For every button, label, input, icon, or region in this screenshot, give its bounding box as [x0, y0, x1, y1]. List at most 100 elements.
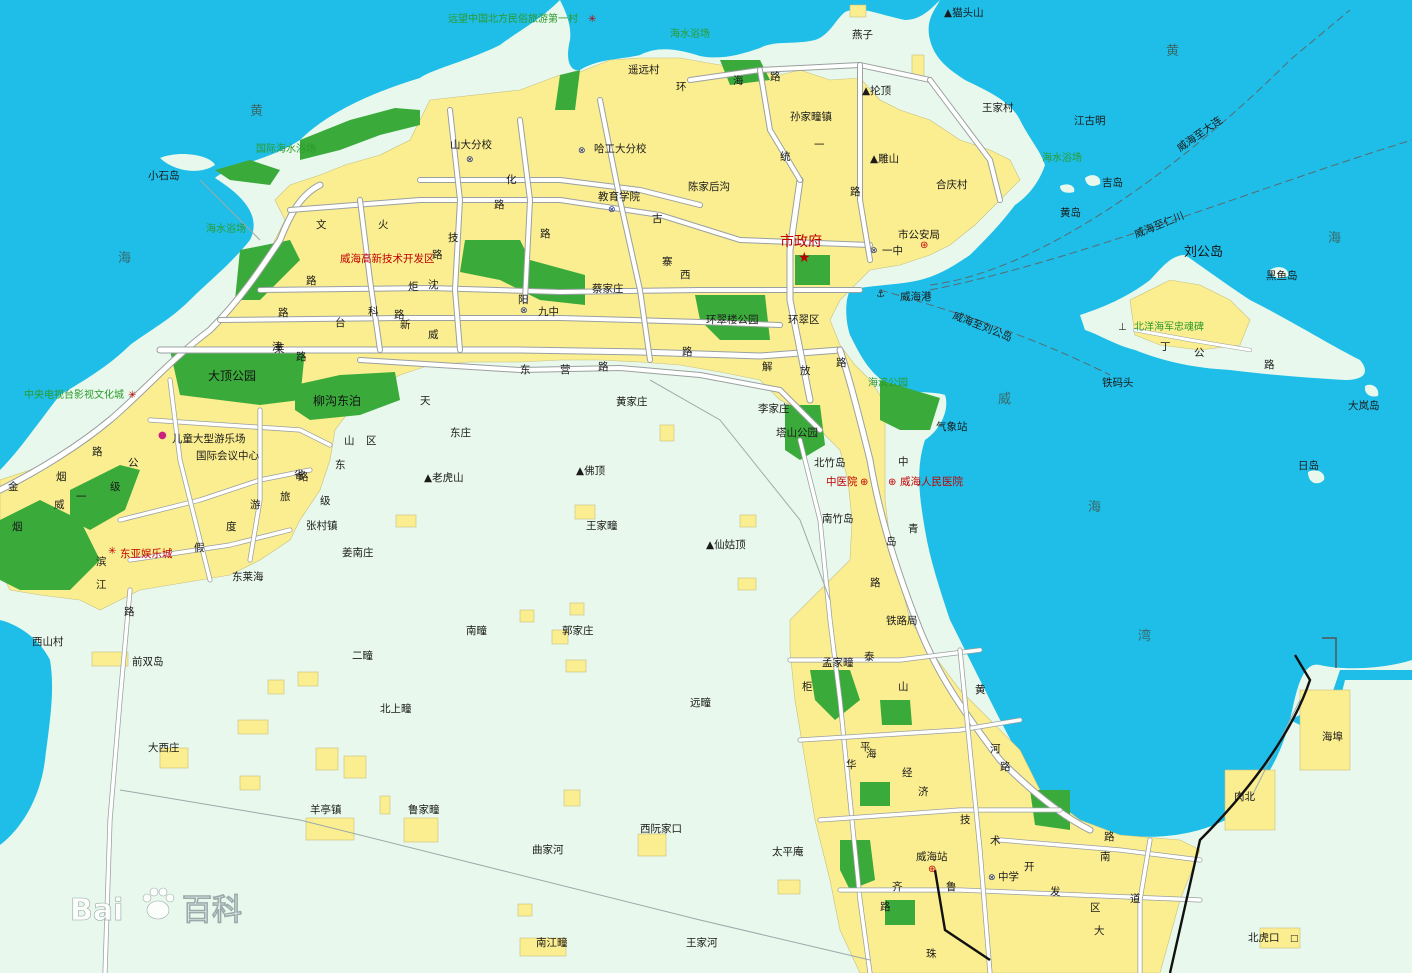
road-char-c78: 鲁: [946, 880, 957, 893]
road-char-c66: 海: [866, 747, 877, 760]
label-liugong-bei[interactable]: 北洋海军忠魂碑: [1134, 320, 1204, 333]
road-char-c86: 南: [1100, 850, 1111, 863]
road-char-c15: 威: [428, 328, 439, 341]
road-char-c48: 烟: [56, 470, 67, 483]
label-yingshi[interactable]: 中央电视台影视文化城: [24, 388, 124, 401]
poi-hagong[interactable]: 哈工大分校: [594, 142, 647, 155]
school-icon: ⊗: [988, 873, 996, 883]
water-label-hai-w: 海: [118, 251, 131, 266]
label-top-attraction[interactable]: 远望中国北方民俗旅游第一村: [448, 12, 578, 25]
road-char-c46: 区: [366, 435, 377, 447]
place-xiaoshi: 小石岛: [148, 169, 180, 182]
place-huangdao: 黄岛: [1060, 206, 1081, 219]
village: [569, 602, 585, 616]
poi-yizhong[interactable]: 一中: [882, 244, 903, 257]
paw-icon: [142, 887, 175, 920]
road-char-c41: 级: [320, 495, 331, 507]
poi-zhongxue[interactable]: 中学: [998, 870, 1019, 883]
district-gaoxin[interactable]: 威海高新技术开发区: [340, 252, 435, 265]
poi-renmin[interactable]: 威海人民医院: [900, 475, 963, 488]
poi-beihukou[interactable]: 北虎口: [1248, 932, 1280, 944]
city-government[interactable]: 市政府: [780, 233, 822, 250]
city-map[interactable]: 黄 海 黄 海 威 海 湾 威海高新技术开发区 环翠区 市政府 ★ 刘公岛 大顶…: [0, 0, 1412, 973]
road-char-c4: 环: [676, 81, 687, 93]
poi-qixiang[interactable]: 气象站: [936, 420, 968, 433]
monument-icon: ⊥: [1118, 322, 1127, 333]
road-char-c85: 路: [1264, 358, 1275, 371]
road-char-c76: 柜: [802, 680, 813, 693]
road-char-c60: 山: [898, 681, 909, 693]
place-heqing: 合庆村: [936, 178, 968, 191]
place-donglai: 东莱海: [232, 570, 264, 583]
place-qianshuang: 前双岛: [132, 655, 164, 668]
label-guoji-haishui[interactable]: 国际海水浴场: [256, 142, 316, 155]
place-wangjiahe: 王家河: [686, 936, 718, 949]
water-label-hai-bay: 海: [1088, 500, 1101, 515]
road-char-c64: 华: [846, 758, 857, 771]
village: [849, 4, 867, 18]
village: [737, 577, 757, 591]
park-label-huancuilou[interactable]: 环翠楼公园: [706, 313, 759, 326]
poi-haibu[interactable]: 海埠: [1322, 730, 1344, 743]
place-tielu: 铁路局: [886, 614, 918, 627]
place-jianggu: 江古明: [1074, 114, 1106, 127]
poi-jiuzhong[interactable]: 九中: [538, 305, 559, 318]
road-char-c61: 黄: [975, 683, 986, 696]
poi-ertong[interactable]: 儿童大型游乐场: [172, 432, 246, 445]
watermark-text: Bai: [70, 893, 123, 928]
road-char-c19: 路: [306, 274, 317, 287]
village: [517, 903, 533, 917]
water-label-huang-nw: 黄: [250, 104, 263, 119]
village: [297, 671, 319, 687]
police-icon: ⊛: [920, 240, 928, 251]
village: [563, 789, 581, 807]
poi-roubei[interactable]: 肉北: [1234, 790, 1256, 803]
label-haishui-w[interactable]: 海水浴场: [206, 222, 246, 235]
road-char-c53: 路: [92, 445, 103, 458]
poi-shanda[interactable]: 山大分校: [450, 138, 492, 151]
place-nanzhudao: 南竹岛: [822, 512, 854, 525]
peak-diaoshan: ▲雕山: [870, 152, 899, 165]
poi-weihaigang[interactable]: 威海港: [900, 290, 932, 303]
place-dalan: 大岚岛: [1348, 399, 1380, 412]
road-char-c8: 一: [814, 139, 825, 151]
road-char-c44: 度: [226, 520, 237, 533]
baidu-watermark: Bai 百科: [70, 887, 242, 928]
road-char-c51: 级: [110, 481, 121, 493]
village: [315, 747, 339, 771]
village: [267, 679, 285, 695]
poi-dongya[interactable]: 东亚娱乐城: [120, 547, 173, 560]
place-qujia: 曲家河: [532, 843, 564, 856]
poi-jiaoyu[interactable]: 教育学院: [598, 190, 640, 203]
poi-weihaizhan[interactable]: 威海站: [916, 850, 948, 863]
road-char-c24: 路: [394, 308, 405, 321]
road-char-c70: 术: [990, 835, 1001, 847]
road-char-c47: 莱: [274, 343, 285, 355]
place-beishang: 北上疃: [380, 702, 412, 715]
road-char-c18: 阳: [518, 294, 529, 306]
place-yanzi: 燕子: [852, 29, 873, 41]
place-matou: 铁码头: [1102, 376, 1134, 389]
road-char-c22: 路: [278, 306, 289, 319]
place-erzhuang: 二疃: [352, 649, 373, 662]
park-label-dading[interactable]: 大顶公园: [208, 369, 256, 383]
poi-guoji[interactable]: 国际会议中心: [196, 449, 259, 462]
label-haishui-n[interactable]: 海水浴场: [670, 27, 710, 40]
road-char-c68: 济: [918, 785, 929, 798]
park-label-tashan[interactable]: 塔山公园: [776, 426, 818, 439]
road-char-c35: 技: [448, 231, 459, 244]
road-char-c57: 岛: [886, 535, 897, 548]
road-char-c17: 沈: [428, 278, 439, 291]
road-char-c5: 海: [733, 74, 744, 87]
label-haibin[interactable]: 海滨公园: [868, 376, 908, 389]
district-huancui[interactable]: 环翠区: [788, 314, 820, 326]
label-haishui-ne[interactable]: 海水浴场: [1042, 151, 1082, 164]
poi-gongan[interactable]: 市公安局: [898, 228, 940, 241]
island-liugong[interactable]: 刘公岛: [1184, 244, 1223, 260]
water-label-huang-ne: 黄: [1166, 44, 1179, 59]
road-char-c3: 路: [494, 198, 505, 211]
attraction-icon: ✳: [588, 14, 596, 25]
school-icon: ⊗: [608, 205, 616, 215]
park-label-liugou[interactable]: 柳沟东泊: [313, 394, 361, 408]
poi-zhongyi[interactable]: 中医院: [826, 475, 858, 488]
